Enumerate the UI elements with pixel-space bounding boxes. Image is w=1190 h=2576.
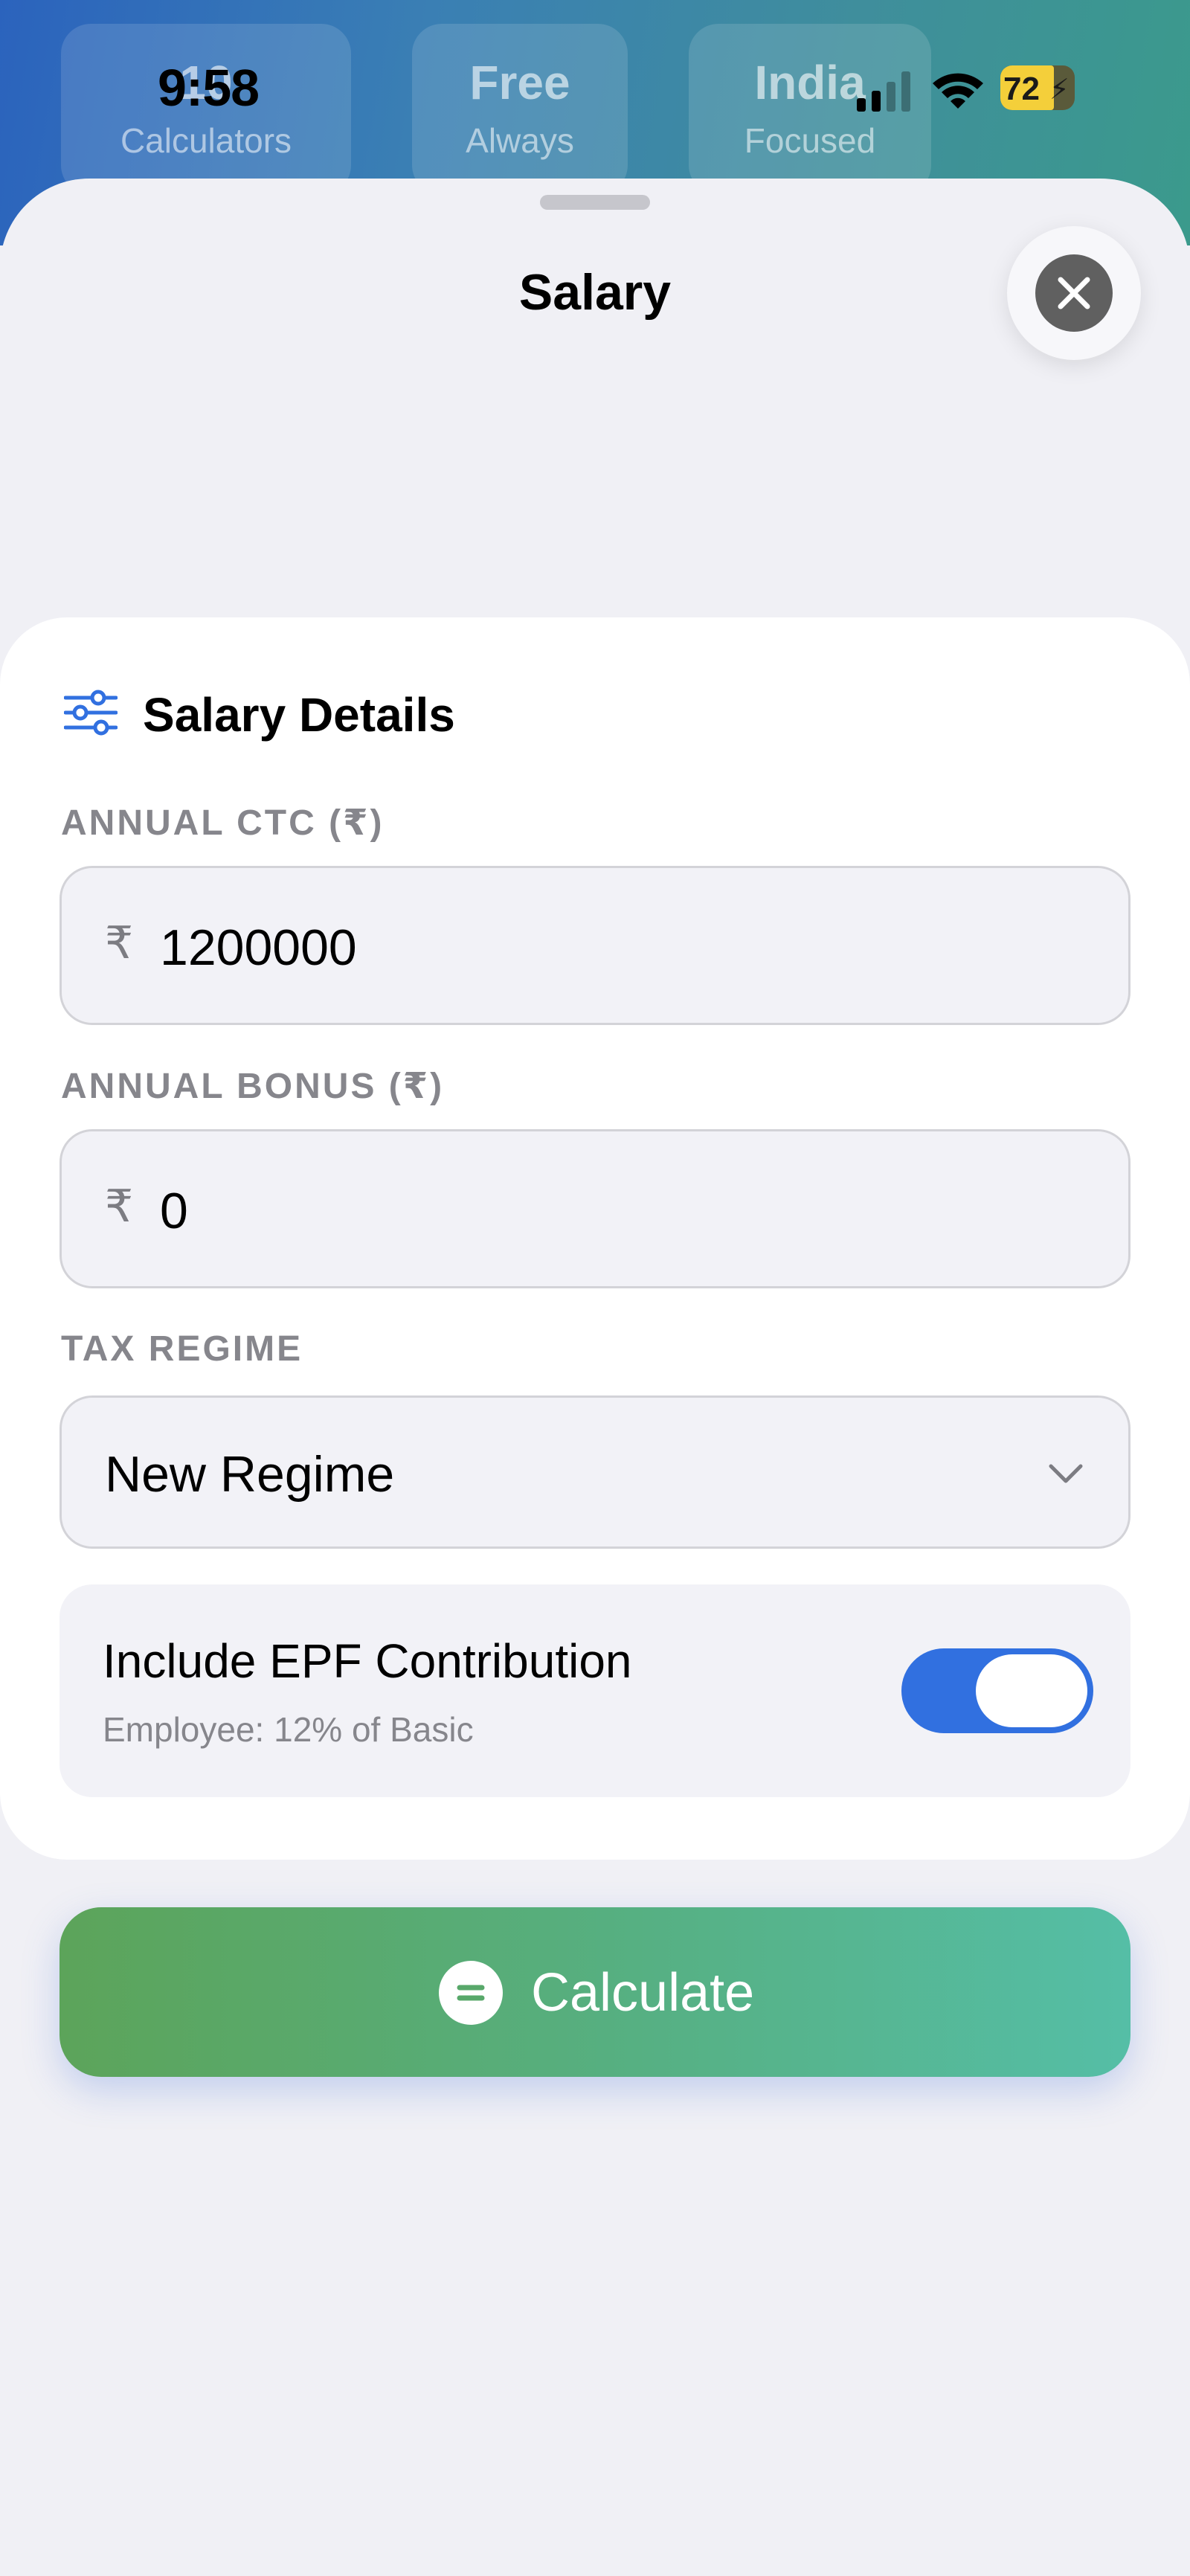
bonus-label: ANNUAL BONUS (₹) <box>61 1067 445 1106</box>
bonus-value[interactable]: 0 <box>160 1182 1052 1240</box>
tax-regime-value: New Regime <box>105 1446 395 1503</box>
charging-bolt-icon: ⚡ <box>1049 74 1070 106</box>
epf-subtitle: Employee: 12% of Basic <box>103 1710 474 1749</box>
bonus-input[interactable]: ₹ 0 <box>60 1129 1130 1288</box>
battery-level: 72 <box>1003 71 1040 107</box>
sliders-icon <box>64 690 118 736</box>
tax-regime-label: TAX REGIME <box>61 1329 303 1369</box>
stat-tile-free: Free Always <box>412 24 628 195</box>
epf-toggle[interactable] <box>901 1648 1093 1733</box>
ctc-input[interactable]: ₹ 1200000 <box>60 866 1130 1025</box>
screen: 10 Calculators Free Always India Focused… <box>0 0 1190 2576</box>
wifi-icon <box>933 73 983 109</box>
ctc-label: ANNUAL CTC (₹) <box>61 803 385 843</box>
chevron-down-icon <box>1049 1464 1083 1483</box>
cellular-signal-icon <box>857 71 910 112</box>
rupee-icon: ₹ <box>105 1181 134 1231</box>
ctc-value[interactable]: 1200000 <box>160 919 1052 977</box>
sheet-grabber[interactable] <box>540 195 650 210</box>
epf-title: Include EPF Contribution <box>103 1634 632 1688</box>
close-icon <box>1035 254 1113 332</box>
salary-details-card: Salary Details ANNUAL CTC (₹) ₹ 1200000 … <box>0 617 1190 1860</box>
equals-icon <box>439 1961 503 2025</box>
battery-icon: 72 ⚡ <box>1000 65 1075 110</box>
status-time: 9:58 <box>158 59 260 117</box>
calculate-label: Calculate <box>531 1963 755 2023</box>
stat-label: Calculators <box>120 121 292 160</box>
rupee-icon: ₹ <box>105 918 134 968</box>
stat-value: Free <box>469 56 570 109</box>
toggle-knob <box>976 1654 1087 1727</box>
tax-regime-select[interactable]: New Regime <box>60 1395 1130 1549</box>
section-title: Salary Details <box>143 688 455 742</box>
salary-sheet: Salary Salary Details ANNUAL CTC (₹) ₹ 1… <box>0 179 1190 2576</box>
stat-label: Always <box>466 121 574 160</box>
epf-row: Include EPF Contribution Employee: 12% o… <box>60 1584 1130 1797</box>
calculate-button[interactable]: Calculate <box>60 1907 1130 2077</box>
stat-label: Focused <box>744 121 876 160</box>
status-icons: 72 ⚡ <box>855 62 1093 115</box>
close-button[interactable] <box>1007 226 1141 360</box>
